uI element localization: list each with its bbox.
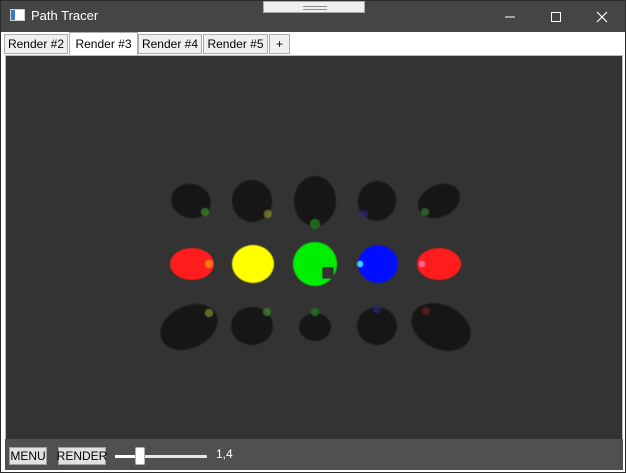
- maximize-icon: [551, 11, 561, 22]
- reflection-highlight: [419, 261, 425, 267]
- render-viewport[interactable]: [5, 55, 623, 440]
- sphere-notch: [322, 267, 334, 279]
- reflection-highlight: [263, 308, 271, 316]
- rendered-image: [160, 176, 471, 351]
- sample-slider[interactable]: [115, 446, 207, 466]
- dark-sphere: [299, 313, 331, 341]
- reflection-highlight: [205, 309, 213, 317]
- green-sphere: [293, 242, 337, 286]
- drag-handle[interactable]: [263, 1, 365, 13]
- dark-sphere: [160, 304, 218, 350]
- add-tab-button[interactable]: +: [269, 34, 290, 54]
- tab-render-2[interactable]: Render #2: [4, 34, 68, 54]
- close-button[interactable]: [579, 1, 625, 32]
- reflection-highlight: [421, 208, 429, 216]
- bottom-toolbar: MENU RENDER 1,4: [5, 439, 623, 470]
- dark-sphere: [411, 303, 471, 351]
- tab-bar: Render #2 Render #3 Render #4 Render #5 …: [1, 32, 625, 56]
- reflection-highlight: [310, 219, 320, 229]
- minimize-icon: [505, 16, 515, 17]
- dark-sphere: [294, 176, 336, 226]
- app-window: Path Tracer Render #2 Render #3 Render #…: [0, 0, 626, 473]
- title-bar[interactable]: Path Tracer: [1, 1, 625, 32]
- reflection-highlight: [360, 210, 368, 218]
- reflection-highlight: [264, 210, 272, 218]
- reflection-highlight: [422, 307, 430, 315]
- yellow-sphere: [232, 245, 274, 283]
- reflection-highlight: [357, 261, 363, 267]
- slider-thumb[interactable]: [135, 447, 145, 465]
- tab-render-5[interactable]: Render #5: [203, 34, 268, 54]
- dark-sphere: [417, 183, 461, 219]
- reflection-highlight: [373, 305, 381, 313]
- blue-sphere: [358, 245, 398, 283]
- menu-button[interactable]: MENU: [9, 447, 47, 465]
- render-button[interactable]: RENDER: [57, 447, 107, 465]
- slider-value: 1,4: [216, 447, 233, 461]
- minimize-button[interactable]: [487, 1, 533, 32]
- maximize-button[interactable]: [533, 1, 579, 32]
- app-window-icon: [10, 9, 25, 21]
- tab-render-3[interactable]: Render #3: [69, 32, 138, 55]
- window-title: Path Tracer: [31, 8, 99, 23]
- dark-sphere: [357, 181, 397, 221]
- tab-render-4[interactable]: Render #4: [138, 34, 202, 54]
- dark-sphere: [171, 183, 211, 219]
- reflection-highlight: [201, 208, 209, 216]
- close-icon: [596, 11, 608, 22]
- reflection-highlight: [205, 260, 213, 268]
- reflection-highlight: [311, 308, 319, 316]
